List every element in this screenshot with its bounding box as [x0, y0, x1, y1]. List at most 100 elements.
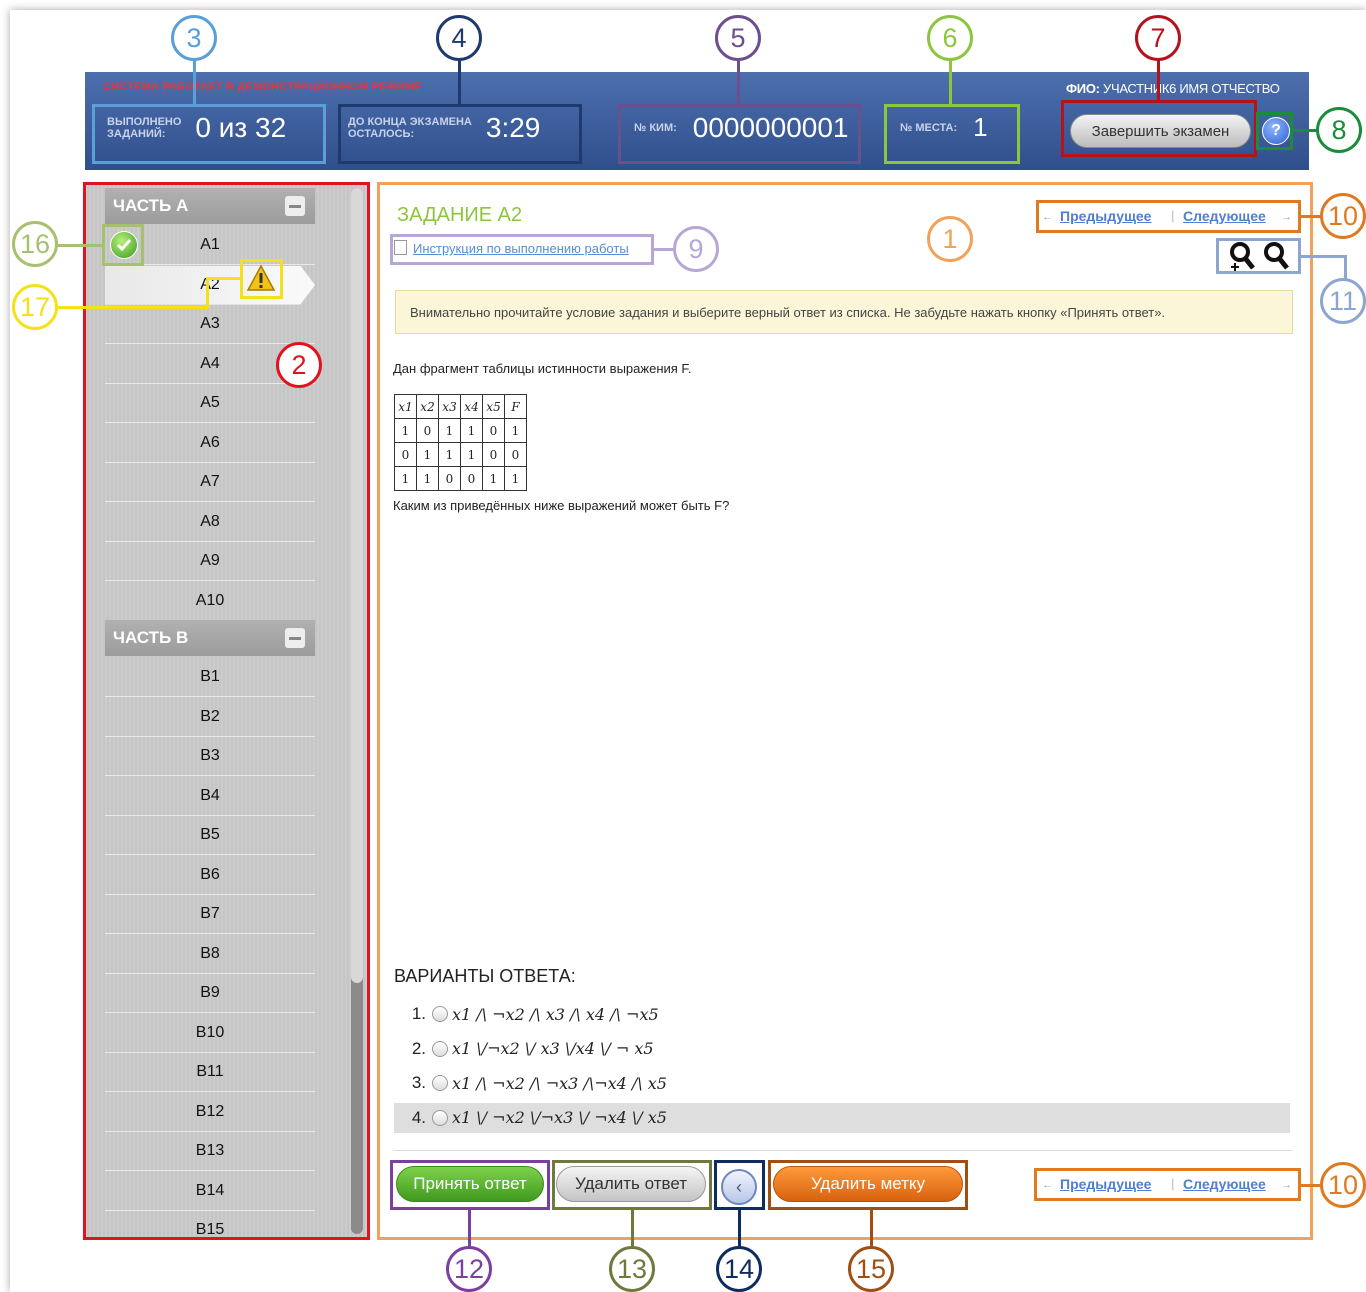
divider [393, 1150, 1293, 1151]
connector-line [1300, 255, 1346, 258]
variant-radio[interactable] [432, 1040, 448, 1057]
annotation-box-2 [83, 182, 370, 1240]
truth-table-cell: 0 [394, 442, 417, 467]
annotation-box-15 [768, 1160, 968, 1210]
callout-17: 17 [12, 284, 58, 330]
annotation-box-14 [714, 1160, 765, 1210]
callout-2: 2 [276, 342, 322, 388]
answer-variant-4[interactable]: 4. x1 \/ ¬x2 \/¬x3 \/ ¬x4 \/ x5 [394, 1102, 1290, 1133]
connector-line [870, 1209, 873, 1249]
connector-line [1157, 60, 1160, 101]
annotation-box-6 [884, 104, 1020, 164]
truth-table-cell: 0 [504, 442, 527, 467]
annotation-box-8 [1256, 112, 1293, 150]
callout-6: 6 [927, 15, 973, 61]
callout-11: 11 [1320, 278, 1366, 324]
answer-variant-3[interactable]: 3. x1 /\ ¬x2 /\ ¬x3 /\¬x4 /\ x5 [394, 1068, 1290, 1098]
connector-line [631, 1209, 634, 1249]
truth-table-cell: 1 [438, 418, 461, 443]
connector-line [654, 248, 674, 251]
truth-table-cell: 1 [438, 442, 461, 467]
annotation-box-11 [1216, 238, 1301, 274]
annotation-box-12 [390, 1160, 550, 1210]
participant-name: ФИО: УЧАСТНИК6 ИМЯ ОТЧЕСТВО [1066, 81, 1280, 96]
truth-table-cell: 0 [460, 466, 483, 491]
variant-expression: x1 /\ ¬x2 /\ x3 /\ x4 /\ ¬x5 [452, 1004, 659, 1024]
connector-line [193, 60, 196, 105]
answer-variant-2[interactable]: 2. x1 \/¬x2 \/ x3 \/x4 \/ ¬ x5 [394, 1034, 1290, 1064]
callout-8: 8 [1316, 107, 1362, 153]
connector-line [468, 1209, 471, 1249]
question-intro: Дан фрагмент таблицы истинности выражени… [393, 361, 692, 376]
truth-table: x1 x2 x3 x4 x5 F 101101 011100 110011 [394, 394, 527, 491]
callout-13: 13 [609, 1246, 655, 1292]
variant-number: 3. [411, 1073, 426, 1092]
connector-line [458, 60, 461, 105]
truth-table-cell: 0 [438, 466, 461, 491]
annotation-box-4 [338, 104, 582, 164]
callout-14: 14 [716, 1246, 762, 1292]
truth-table-cell: 1 [460, 418, 483, 443]
annotation-box-9 [390, 234, 654, 265]
connector-line [737, 60, 740, 105]
callout-3: 3 [171, 15, 217, 61]
connector-line [738, 1209, 741, 1249]
answer-variant-1[interactable]: 1. x1 /\ ¬x2 /\ x3 /\ x4 /\ ¬x5 [394, 999, 1290, 1029]
callout-16: 16 [12, 221, 58, 267]
connector-line [206, 277, 209, 308]
truth-table-cell: 1 [504, 466, 527, 491]
demo-mode-notice: СИСТЕМА РАБОТАЕТ В ДЕМОНСТРАЦИОННОМ РЕЖИ… [103, 81, 422, 93]
truth-table-cell: 1 [460, 442, 483, 467]
variant-radio[interactable] [432, 1006, 448, 1022]
variants-title: ВАРИАНТЫ ОТВЕТА: [394, 966, 576, 986]
connector-line [206, 277, 242, 280]
annotation-box-10-top [1036, 200, 1301, 233]
callout-9: 9 [673, 226, 719, 272]
connector-line [1344, 255, 1347, 279]
truth-table-cell: 0 [416, 418, 439, 443]
variant-number: 1. [411, 1004, 426, 1023]
truth-table-header: x4 [460, 394, 483, 419]
truth-table-header: F [504, 394, 527, 419]
question-text: Каким из приведённых ниже выражений може… [393, 498, 730, 513]
variant-expression: x1 /\ ¬x2 /\ ¬x3 /\¬x4 /\ x5 [452, 1073, 667, 1093]
truth-table-cell: 1 [394, 466, 417, 491]
truth-table-cell: 0 [482, 442, 505, 467]
callout-7: 7 [1135, 15, 1181, 61]
connector-line [58, 244, 103, 247]
connector-line [58, 306, 208, 309]
truth-table-header: x2 [416, 394, 439, 419]
truth-table-cell: 0 [482, 418, 505, 443]
variant-radio[interactable] [432, 1075, 448, 1091]
truth-table-cell: 1 [394, 418, 417, 443]
truth-table-header: x3 [438, 394, 461, 419]
variant-expression: x1 \/ ¬x2 \/¬x3 \/ ¬x4 \/ x5 [452, 1108, 667, 1127]
truth-table-cell: 1 [416, 466, 439, 491]
task-title: ЗАДАНИЕ А2 [397, 204, 523, 226]
callout-1: 1 [927, 216, 973, 262]
variant-number: 4. [411, 1107, 426, 1127]
connector-line [1292, 129, 1318, 132]
truth-table-cell: 1 [482, 466, 505, 491]
annotation-box-10-bottom [1034, 1168, 1301, 1201]
fio-value: УЧАСТНИК6 ИМЯ ОТЧЕСТВО [1103, 81, 1280, 96]
annotation-box-13 [552, 1160, 712, 1210]
variant-radio[interactable] [432, 1109, 448, 1126]
callout-10-bottom: 10 [1320, 1162, 1366, 1208]
truth-table-header: x1 [394, 394, 417, 419]
callout-5: 5 [715, 15, 761, 61]
connector-line [949, 60, 952, 105]
fio-label: ФИО: [1066, 81, 1100, 96]
callout-12: 12 [446, 1246, 492, 1292]
truth-table-header: x5 [482, 394, 505, 419]
annotation-box-3 [92, 104, 326, 164]
variant-expression: x1 \/¬x2 \/ x3 \/x4 \/ ¬ x5 [452, 1039, 654, 1058]
truth-table-cell: 1 [416, 442, 439, 467]
callout-15: 15 [848, 1246, 894, 1292]
truth-table-cell: 1 [504, 418, 527, 443]
callout-10-top: 10 [1320, 193, 1366, 239]
callout-4: 4 [436, 15, 482, 61]
annotation-box-7 [1061, 100, 1257, 157]
instruction-notice: Внимательно прочитайте условие задания и… [395, 290, 1293, 334]
annotation-box-5 [618, 104, 861, 164]
